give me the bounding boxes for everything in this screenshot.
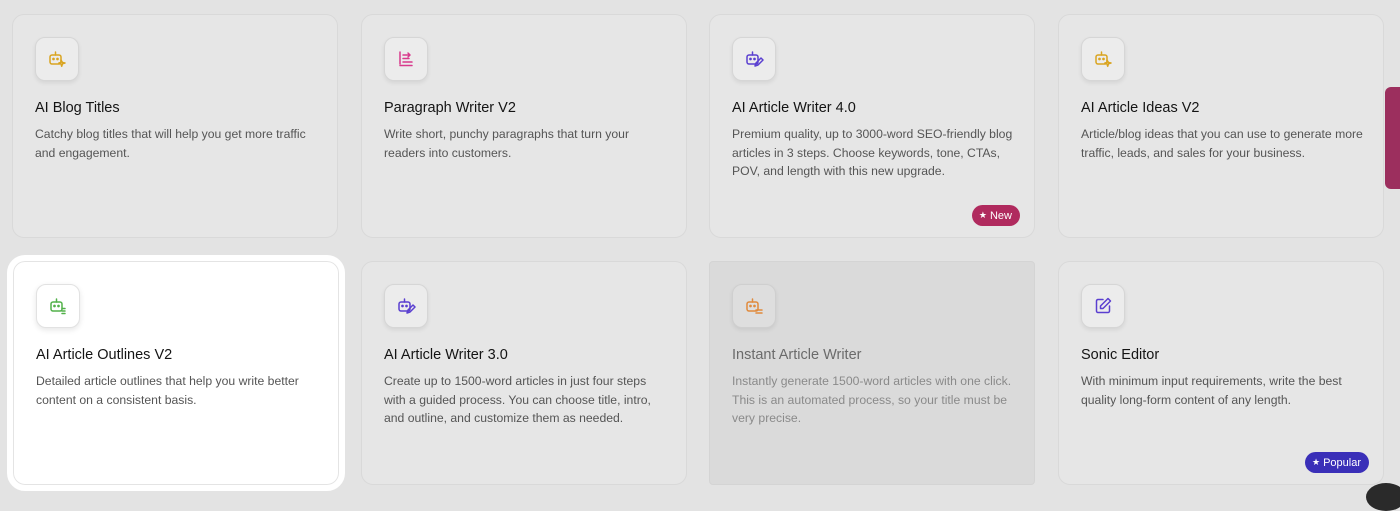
tool-card-ai-article-writer-4[interactable]: AI Article Writer 4.0 Premium quality, u… [709, 14, 1035, 238]
card-title: Sonic Editor [1081, 347, 1160, 363]
tool-card-ai-article-ideas-v2[interactable]: AI Article Ideas V2 Article/blog ideas t… [1058, 14, 1384, 238]
card-description: Premium quality, up to 3000-word SEO-fri… [732, 127, 1013, 179]
card-description: Article/blog ideas that you can use to g… [1081, 127, 1363, 160]
badge-label: Popular [1323, 456, 1361, 469]
robot-sparkle-icon [1081, 37, 1125, 81]
robot-pen-icon [732, 37, 776, 81]
card-title: AI Article Writer 4.0 [732, 100, 856, 116]
badge-label: New [989, 209, 1012, 222]
robot-sparkle-icon [35, 37, 79, 81]
star-icon: ★ [1312, 457, 1321, 467]
robot-pen-icon [384, 284, 428, 328]
robot-lines-icon [732, 284, 776, 328]
card-title: AI Article Ideas V2 [1081, 100, 1200, 116]
robot-outline-icon [36, 284, 80, 328]
card-description: Write short, punchy paragraphs that turn… [384, 127, 630, 160]
card-description: With minimum input requirements, write t… [1081, 374, 1342, 407]
card-title: Paragraph Writer V2 [384, 100, 516, 116]
chat-launcher-button[interactable] [1366, 483, 1400, 511]
feedback-side-tab[interactable] [1385, 87, 1400, 189]
card-title: AI Article Outlines V2 [36, 347, 173, 363]
card-description: Detailed article outlines that help you … [36, 374, 299, 407]
paragraph-indent-icon [384, 37, 428, 81]
tool-card-ai-blog-titles[interactable]: AI Blog Titles Catchy blog titles that w… [12, 14, 338, 238]
tool-card-ai-article-writer-3[interactable]: AI Article Writer 3.0 Create up to 1500-… [361, 261, 687, 485]
card-description: Catchy blog titles that will help you ge… [35, 127, 306, 160]
popular-badge: ★ Popular [1305, 452, 1369, 473]
card-description: Instantly generate 1500-word articles wi… [732, 374, 1012, 426]
card-description: Create up to 1500-word articles in just … [384, 374, 651, 426]
tool-card-ai-article-outlines-v2[interactable]: AI Article Outlines V2 Detailed article … [7, 255, 345, 491]
tool-card-paragraph-writer-v2[interactable]: Paragraph Writer V2 Write short, punchy … [361, 14, 687, 238]
card-title: AI Article Writer 3.0 [384, 347, 508, 363]
card-title: AI Blog Titles [35, 100, 120, 116]
star-icon: ★ [978, 210, 987, 220]
new-badge: ★ New [971, 205, 1020, 226]
edit-square-icon [1081, 284, 1125, 328]
tool-card-sonic-editor[interactable]: Sonic Editor With minimum input requirem… [1058, 261, 1384, 485]
card-title: Instant Article Writer [732, 347, 862, 363]
tool-card-instant-article-writer[interactable]: Instant Article Writer Instantly generat… [709, 261, 1035, 485]
